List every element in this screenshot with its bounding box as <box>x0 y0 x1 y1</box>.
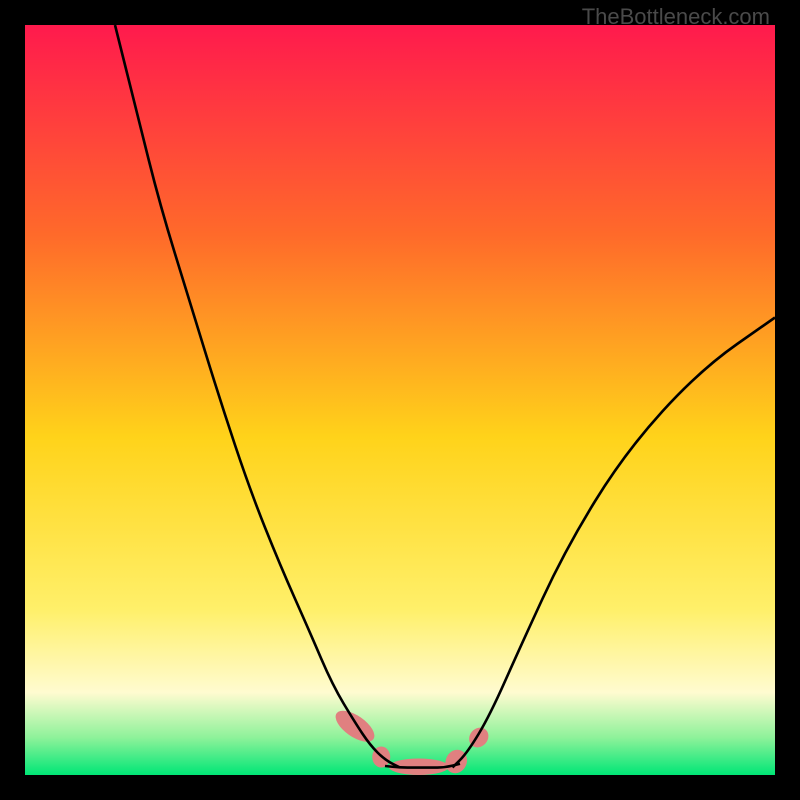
watermark-text: TheBottleneck.com <box>582 4 770 30</box>
marker-layer <box>331 705 493 777</box>
curve-marker <box>331 705 380 748</box>
curve-left-branch <box>115 25 400 768</box>
bottleneck-curve <box>25 25 775 775</box>
outer-frame: TheBottleneck.com <box>0 0 800 800</box>
plot-area <box>25 25 775 775</box>
curve-right-branch <box>453 318 776 768</box>
